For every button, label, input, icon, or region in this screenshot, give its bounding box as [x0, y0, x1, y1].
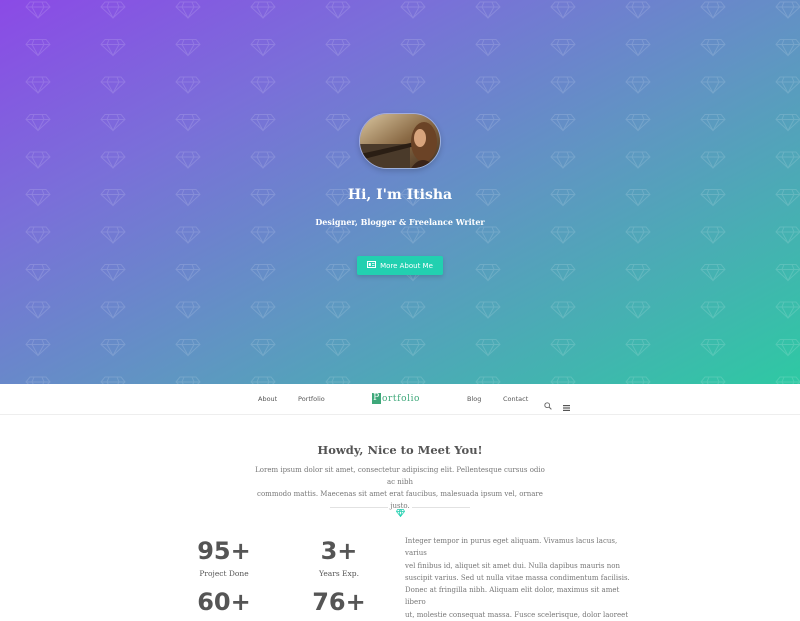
divider-line-left [330, 507, 388, 508]
intro-text-line: Lorem ipsum dolor sit amet, consectetur … [255, 466, 545, 486]
id-card-icon [367, 261, 377, 270]
logo-text: ortfolio [382, 393, 421, 404]
intro-title: Howdy, Nice to Meet You! [317, 443, 483, 457]
stat-projects-value: 95+ [197, 537, 251, 565]
nav-item-about[interactable]: About [258, 395, 277, 403]
stat-fourth-value: 76+ [312, 588, 366, 616]
hero-section: Hi, I'm Itisha Designer, Blogger & Freel… [0, 0, 800, 384]
diamond-icon [396, 502, 405, 521]
stat-projects-label: Project Done [199, 569, 249, 578]
logo-initial: P [372, 393, 381, 404]
hero-subtitle: Designer, Blogger & Freelance Writer [315, 217, 485, 227]
nav-item-blog[interactable]: Blog [467, 395, 481, 403]
about-paragraph: Integer tempor in purus eget aliquam. Vi… [405, 535, 633, 621]
main-navigation: About Portfolio P ortfolio Blog Contact [0, 384, 800, 415]
about-paragraph-line: suscipit varius. Sed ut nulla vitae mass… [405, 573, 630, 582]
about-paragraph-line: Integer tempor in purus eget aliquam. Vi… [405, 537, 618, 558]
menu-icon[interactable] [563, 396, 570, 415]
search-icon[interactable] [544, 395, 552, 414]
about-paragraph-line: Donec at fringilla nibh. Aliquam elit do… [405, 586, 620, 607]
site-logo[interactable]: P ortfolio [372, 393, 420, 404]
divider-line-right [412, 507, 470, 508]
more-about-me-label: More About Me [380, 261, 433, 270]
stat-third-value: 60+ [197, 588, 251, 616]
stat-years-label: Years Exp. [319, 569, 359, 578]
about-paragraph-line: ut, molestie consequat massa. Fusce scel… [405, 610, 629, 619]
nav-item-contact[interactable]: Contact [503, 395, 528, 403]
stat-years-value: 3+ [320, 537, 358, 565]
more-about-me-button[interactable]: More About Me [357, 256, 443, 275]
about-paragraph-line: vel finibus id, aliquet sit amet dui. Nu… [405, 561, 620, 570]
hero-title: Hi, I'm Itisha [347, 187, 453, 203]
profile-photo [359, 113, 441, 169]
nav-item-portfolio[interactable]: Portfolio [298, 395, 325, 403]
